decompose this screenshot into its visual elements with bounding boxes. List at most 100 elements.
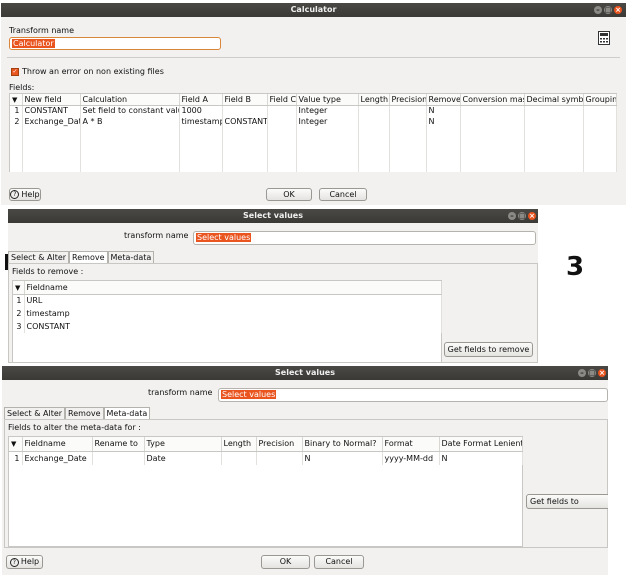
tab-meta-data[interactable]: Meta-data <box>103 407 151 419</box>
table-cell[interactable]: timestamp <box>24 307 442 320</box>
column-header[interactable]: Binary to Normal? <box>302 437 383 452</box>
maximize-icon[interactable]: □ <box>588 369 596 377</box>
cancel-button[interactable]: Cancel <box>314 555 364 569</box>
calculator-window: Calculator – □ × Transform name Calculat… <box>1 3 626 205</box>
table-row[interactable]: 2 timestamp <box>13 307 442 320</box>
table-cell[interactable] <box>256 451 303 465</box>
column-header[interactable]: New field <box>22 94 81 106</box>
tab-select-alter[interactable]: Select & Alter <box>4 407 66 419</box>
minimize-icon[interactable]: – <box>508 212 516 220</box>
table-cell[interactable] <box>222 105 268 116</box>
tab-meta-data[interactable]: Meta-data <box>107 251 155 263</box>
throw-error-label: Throw an error on non existing files <box>22 67 164 76</box>
ok-button[interactable]: OK <box>266 188 312 201</box>
column-header[interactable]: Fieldname <box>22 437 93 452</box>
column-header[interactable]: ▼ <box>10 94 23 106</box>
table-cell[interactable] <box>92 451 145 465</box>
table-cell[interactable]: 1000 <box>179 105 223 116</box>
cancel-button[interactable]: Cancel <box>319 188 367 201</box>
table-cell[interactable] <box>221 451 257 465</box>
table-cell[interactable]: N <box>439 451 523 465</box>
table-cell[interactable]: Exchange_Date <box>22 116 81 127</box>
table-cell[interactable] <box>524 116 584 127</box>
table-row[interactable]: 3 CONSTANT <box>13 320 442 333</box>
column-header[interactable]: Value type <box>296 94 359 106</box>
table-row[interactable]: 1 Exchange_Date Date N yyyy-MM-dd N <box>9 451 523 465</box>
column-header[interactable]: ▼ <box>9 437 23 452</box>
column-header[interactable]: Conversion mask <box>460 94 525 106</box>
column-header[interactable]: Format <box>382 437 440 452</box>
help-button[interactable]: ? Help <box>9 188 41 201</box>
table-row[interactable]: 1 CONSTANT Set field to constant value A… <box>10 105 617 116</box>
table-cell[interactable] <box>460 105 525 116</box>
column-header[interactable]: Groupin <box>583 94 617 106</box>
column-header[interactable]: Precision <box>256 437 303 452</box>
column-header[interactable]: Date Format Lenient <box>439 437 523 452</box>
table-cell[interactable] <box>524 105 584 116</box>
column-header[interactable]: Field B <box>222 94 268 106</box>
close-icon[interactable]: × <box>598 369 606 377</box>
row-number: 1 <box>9 451 23 465</box>
table-cell[interactable]: URL <box>24 294 442 307</box>
column-header[interactable]: Rename to <box>92 437 145 452</box>
column-header[interactable]: Field C <box>267 94 297 106</box>
transform-name-input[interactable]: Select values <box>218 388 608 402</box>
table-cell[interactable]: A * B <box>80 116 180 127</box>
throw-error-checkbox-row[interactable]: ✓ Throw an error on non existing files <box>11 67 164 76</box>
transform-name-input[interactable]: Select values <box>193 231 536 245</box>
close-icon[interactable]: × <box>614 6 622 14</box>
table-cell[interactable]: Exchange_Date <box>22 451 93 465</box>
table-cell[interactable]: CONSTANT <box>22 105 81 116</box>
column-header[interactable]: Field A <box>179 94 223 106</box>
ok-button[interactable]: OK <box>261 555 310 569</box>
checkbox-checked-icon[interactable]: ✓ <box>11 67 19 76</box>
table-cell[interactable]: N <box>302 451 383 465</box>
column-header[interactable]: Type <box>144 437 222 452</box>
table-cell[interactable] <box>358 116 390 127</box>
table-cell[interactable]: Integer <box>296 116 359 127</box>
column-header[interactable]: Fieldname <box>24 281 442 295</box>
maximize-icon[interactable]: □ <box>518 212 526 220</box>
table-cell[interactable]: CONSTANT <box>222 116 268 127</box>
tab-remove[interactable]: Remove <box>65 407 104 419</box>
close-icon[interactable]: × <box>528 212 536 220</box>
table-cell[interactable] <box>358 105 390 116</box>
table-cell[interactable]: timestamp <box>179 116 223 127</box>
table-cell[interactable]: Integer <box>296 105 359 116</box>
column-header[interactable]: ▼ <box>13 281 25 295</box>
table-cell[interactable]: Set field to constant value A <box>80 105 180 116</box>
table-cell[interactable] <box>389 116 427 127</box>
column-header[interactable]: Precision <box>389 94 427 106</box>
maximize-icon[interactable]: □ <box>604 6 612 14</box>
transform-name-input[interactable]: Calculator <box>9 37 221 50</box>
column-header[interactable]: Length <box>358 94 390 106</box>
table-cell[interactable] <box>583 105 617 116</box>
tab-select-alter[interactable]: Select & Alter <box>8 251 70 263</box>
get-fields-to-remove-button[interactable]: Get fields to remove <box>444 342 533 357</box>
table-cell[interactable] <box>267 116 297 127</box>
column-header[interactable]: Length <box>221 437 257 452</box>
column-header[interactable]: Decimal symbol <box>524 94 584 106</box>
transform-name-label: Transform name <box>9 26 75 35</box>
get-fields-to-change-button[interactable]: Get fields to change <box>526 494 608 509</box>
minimize-icon[interactable]: – <box>578 369 586 377</box>
table-cell[interactable] <box>267 105 297 116</box>
tab-remove[interactable]: Remove <box>69 251 108 263</box>
table-row[interactable]: 2 Exchange_Date A * B timestamp CONSTANT… <box>10 116 617 127</box>
help-button[interactable]: ? Help <box>6 555 43 569</box>
table-cell[interactable] <box>460 116 525 127</box>
table-cell[interactable] <box>389 105 427 116</box>
column-header[interactable]: Calculation <box>80 94 180 106</box>
empty-table-area <box>10 127 617 172</box>
table-cell[interactable]: Date <box>144 451 222 465</box>
table-cell[interactable] <box>583 116 617 127</box>
table-cell[interactable]: yyyy-MM-dd <box>382 451 440 465</box>
minimize-icon[interactable]: – <box>594 6 602 14</box>
table-cell[interactable]: CONSTANT <box>24 320 442 333</box>
select-values-meta-window: Select values – □ × transform name Selec… <box>2 366 608 575</box>
column-header[interactable]: Remove <box>426 94 461 106</box>
transform-name-label: transform name <box>124 231 189 240</box>
table-cell[interactable]: N <box>426 116 461 127</box>
table-cell[interactable]: N <box>426 105 461 116</box>
table-row[interactable]: 1 URL <box>13 294 442 307</box>
